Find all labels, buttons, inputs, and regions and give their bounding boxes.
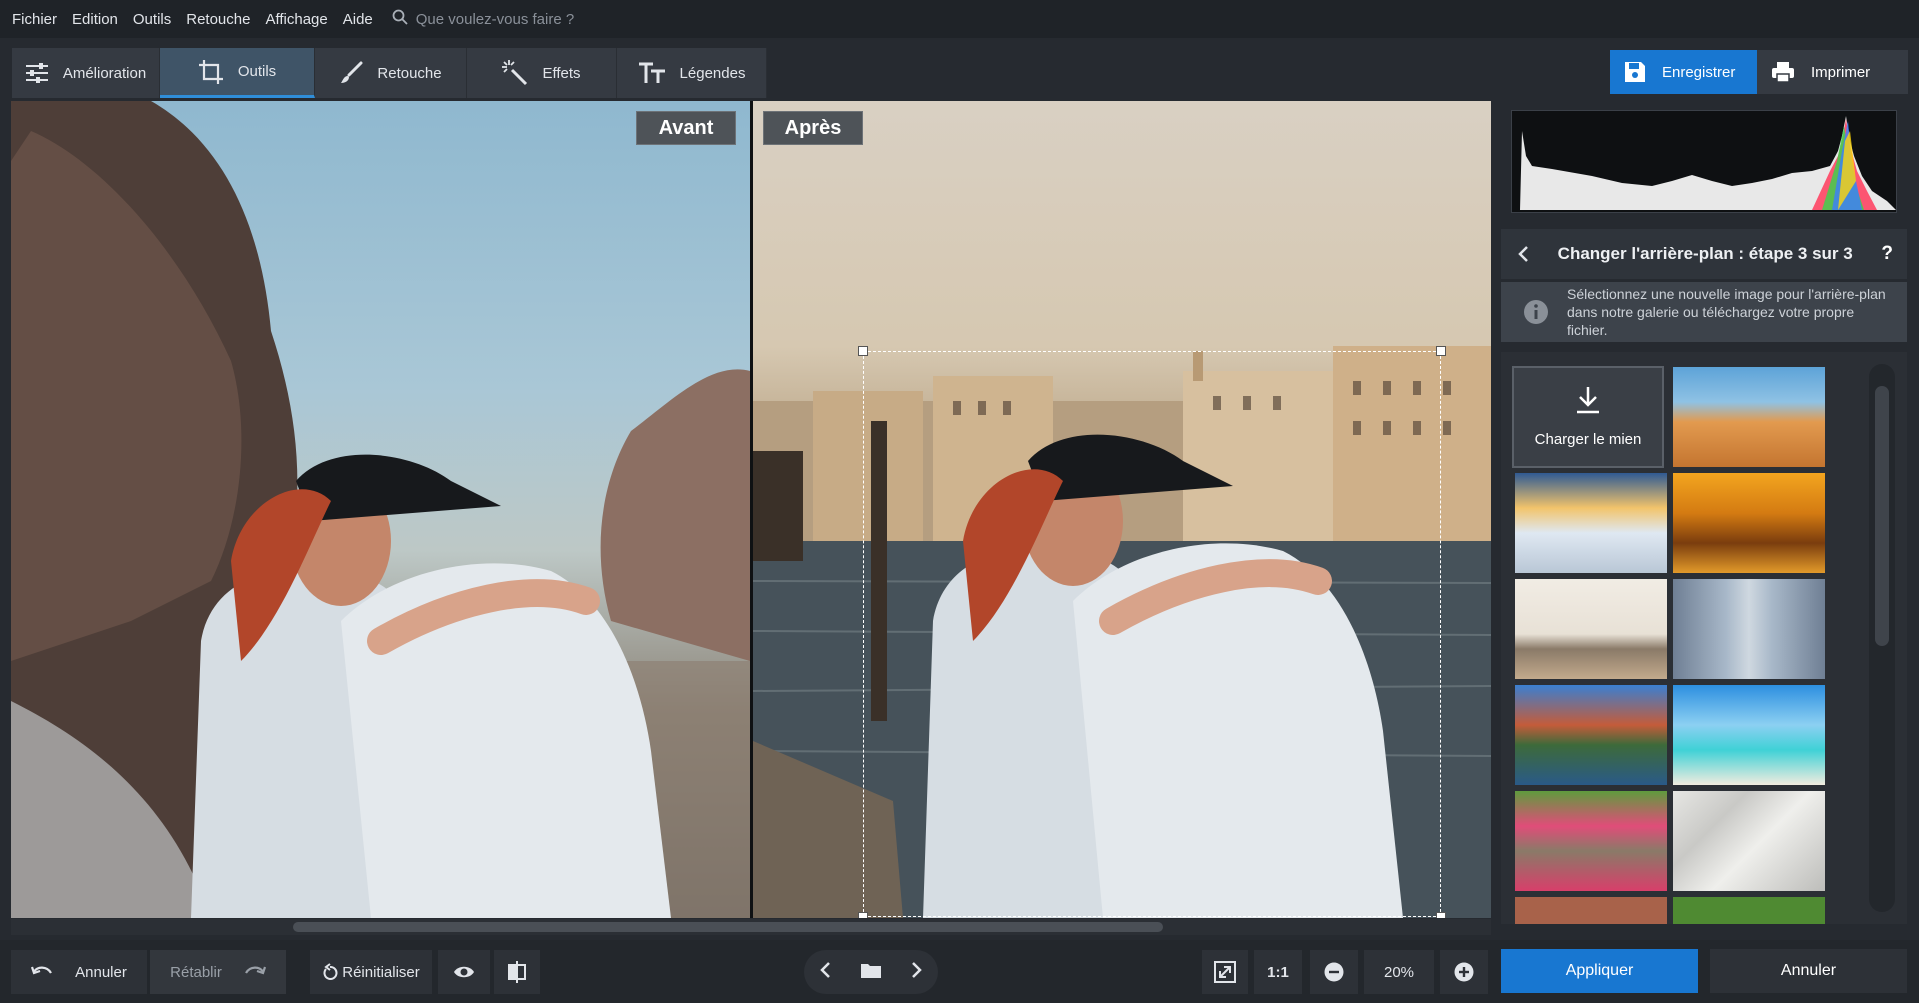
menu-bar: Fichier Edition Outils Retouche Affichag…	[0, 0, 1919, 38]
tab-label: Amélioration	[62, 64, 147, 82]
print-button[interactable]: Imprimer	[1757, 50, 1908, 94]
menu-outils[interactable]: Outils	[133, 11, 171, 28]
previous-icon[interactable]	[819, 961, 831, 984]
actual-size-button[interactable]: 1:1	[1254, 950, 1302, 994]
couple-figure-before	[191, 454, 671, 918]
reset-button[interactable]: Réinitialiser	[310, 950, 432, 994]
save-label: Enregistrer	[1662, 63, 1736, 81]
gallery-thumb-winter-road[interactable]	[1515, 473, 1667, 573]
fit-screen-button[interactable]	[1202, 950, 1248, 994]
menu-edition[interactable]: Edition	[72, 11, 118, 28]
gallery-thumb-brick-wall[interactable]	[1515, 897, 1667, 924]
menu-fichier[interactable]: Fichier	[12, 11, 57, 28]
compare-button[interactable]	[494, 950, 540, 994]
horizontal-scrollbar[interactable]	[11, 919, 1491, 935]
text-icon	[638, 62, 666, 84]
gallery-thumb-crumpled-paper[interactable]	[1673, 791, 1825, 891]
image-canvas[interactable]: Avant Après	[11, 101, 1491, 918]
resize-handle[interactable]	[858, 912, 868, 918]
printer-icon	[1771, 61, 1795, 83]
tab-label: Outils	[237, 63, 277, 80]
tab-retouche[interactable]: Retouche	[315, 48, 467, 98]
tab-label: Retouche	[377, 64, 442, 82]
eye-icon	[453, 965, 475, 979]
before-image: Avant	[11, 101, 750, 918]
zoom-in-button[interactable]	[1440, 950, 1488, 994]
save-button[interactable]: Enregistrer	[1610, 50, 1757, 94]
step-header: Changer l'arrière-plan : étape 3 sur 3 ?	[1501, 229, 1907, 279]
histogram	[1511, 110, 1897, 213]
tab-outils[interactable]: Outils	[160, 48, 315, 98]
tab-label: Effets	[542, 64, 581, 82]
menu-affichage[interactable]: Affichage	[265, 11, 327, 28]
selection-box[interactable]	[858, 346, 1446, 918]
brush-icon	[339, 61, 363, 85]
gallery-thumb-tropical-beach[interactable]	[1673, 685, 1825, 785]
step-title: Changer l'arrière-plan : étape 3 sur 3	[1557, 244, 1853, 263]
zoom-out-button[interactable]	[1310, 950, 1358, 994]
background-gallery: Charger le mien	[1501, 352, 1907, 924]
next-icon[interactable]	[911, 961, 923, 984]
floppy-icon	[1624, 61, 1646, 83]
gallery-thumb-autumn-park[interactable]	[1673, 473, 1825, 573]
undo-icon	[31, 964, 53, 980]
plus-icon	[1454, 962, 1474, 982]
gallery-thumb-desert[interactable]	[1673, 367, 1825, 467]
sliders-icon	[25, 62, 49, 84]
redo-icon	[244, 964, 266, 980]
print-label: Imprimer	[1811, 63, 1871, 81]
help-icon[interactable]: ?	[1881, 243, 1893, 265]
info-box: Sélectionnez une nouvelle image pour l'a…	[1501, 282, 1907, 342]
reset-icon	[322, 963, 338, 981]
info-icon	[1523, 299, 1549, 325]
magic-wand-icon	[502, 60, 528, 86]
scrollbar-thumb[interactable]	[1875, 386, 1889, 646]
resize-handle[interactable]	[1436, 912, 1446, 918]
back-icon[interactable]	[1517, 245, 1529, 263]
upload-label: Charger le mien	[1534, 431, 1642, 448]
cancel-button[interactable]: Annuler	[1710, 949, 1907, 993]
undo-button[interactable]: Annuler	[11, 950, 147, 994]
gallery-scrollbar[interactable]	[1869, 364, 1895, 912]
search-icon	[392, 9, 408, 30]
tab-legendes[interactable]: Légendes	[617, 48, 767, 98]
search-input[interactable]: Que voulez-vous faire ?	[416, 11, 574, 28]
tab-effets[interactable]: Effets	[467, 48, 617, 98]
gallery-thumb-living-room[interactable]	[1515, 579, 1667, 679]
image-navigation	[804, 950, 938, 994]
tool-tabs: Amélioration Outils Retouche Effets Lége…	[12, 48, 767, 98]
undo-label: Annuler	[75, 963, 127, 981]
tab-amelioration[interactable]: Amélioration	[12, 48, 160, 98]
preview-eye-button[interactable]	[438, 950, 490, 994]
gallery-thumb-canal-town[interactable]	[1515, 685, 1667, 785]
gallery-thumb-green-trees[interactable]	[1673, 897, 1825, 924]
download-icon	[1575, 386, 1601, 419]
before-photo	[11, 101, 750, 918]
after-label: Après	[763, 111, 863, 145]
menu-retouche[interactable]: Retouche	[186, 11, 250, 28]
gallery-thumb-city-street[interactable]	[1673, 579, 1825, 679]
info-text: Sélectionnez une nouvelle image pour l'a…	[1567, 286, 1886, 338]
resize-handle[interactable]	[858, 346, 868, 356]
scrollbar-thumb[interactable]	[293, 922, 1163, 932]
minus-icon	[1324, 962, 1344, 982]
redo-button[interactable]: Rétablir	[150, 950, 286, 994]
redo-label: Rétablir	[170, 963, 222, 981]
apply-button[interactable]: Appliquer	[1501, 949, 1698, 993]
folder-icon[interactable]	[860, 961, 882, 984]
tab-label: Légendes	[679, 64, 746, 82]
before-label: Avant	[636, 111, 736, 145]
menu-aide[interactable]: Aide	[343, 11, 373, 28]
resize-handle[interactable]	[1436, 346, 1446, 356]
zoom-level[interactable]: 20%	[1364, 950, 1434, 994]
compare-icon	[508, 961, 526, 983]
crop-icon	[198, 59, 224, 85]
reset-label: Réinitialiser	[342, 963, 420, 981]
search-box[interactable]: Que voulez-vous faire ?	[392, 9, 574, 30]
gallery-thumb-flower-garden[interactable]	[1515, 791, 1667, 891]
upload-own-button[interactable]: Charger le mien	[1512, 366, 1664, 468]
fit-screen-icon	[1214, 961, 1236, 983]
after-image: Après	[753, 101, 1491, 918]
